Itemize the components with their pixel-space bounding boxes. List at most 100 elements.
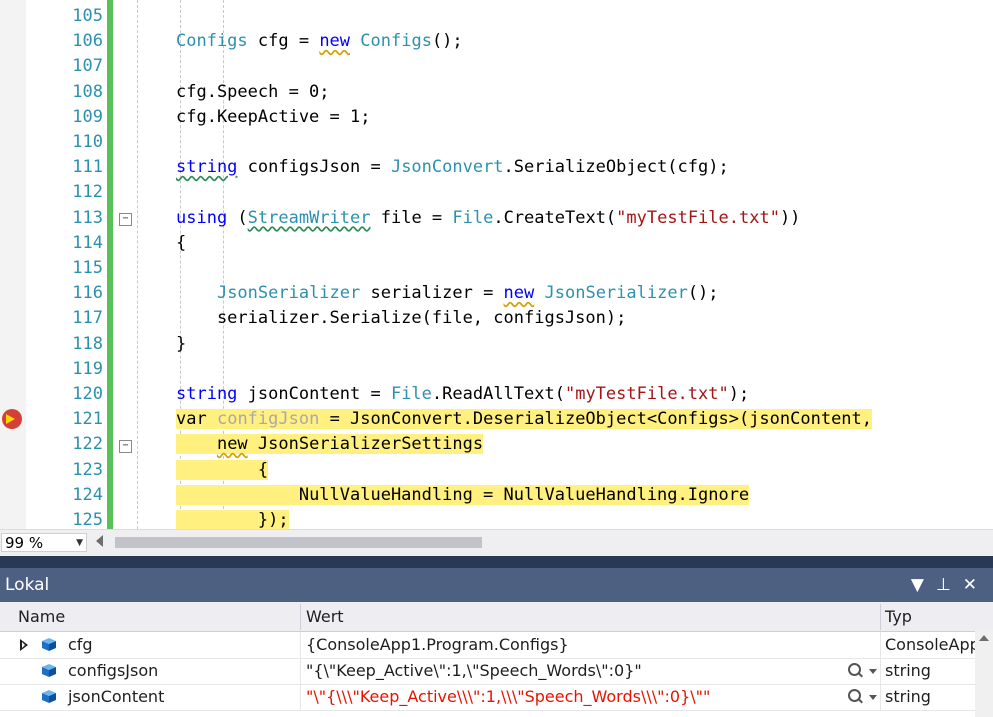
code-text[interactable]: using (StreamWriter file = File.CreateTe… [176,206,800,231]
code-token: .CreateText( [493,207,617,228]
code-token: } [176,333,187,354]
code-line[interactable]: 119 [0,357,993,382]
code-line[interactable]: 106 Configs cfg = new Configs(); [0,29,993,54]
code-token: (); [687,283,719,304]
scroll-up-icon[interactable] [979,635,989,641]
line-number: 115 [72,258,103,278]
visualizer-dropdown-icon[interactable] [869,695,877,700]
variable-value[interactable]: "\"{\\\"Keep_Active\\\":1,\\\"Speech_Wor… [306,684,710,710]
code-token: string [176,157,238,178]
code-token [176,459,258,480]
close-icon[interactable]: ✕ [963,568,977,602]
locals-window: Lokal ▼ ⊥ ✕ Name Wert Typ cfg {ConsoleApp… [0,568,993,717]
panel-splitter[interactable] [0,556,993,568]
cell-divider [880,684,881,710]
line-number: 117 [72,308,103,329]
code-line[interactable]: 124 NullValueHandling = NullValueHandlin… [0,483,993,508]
code-line[interactable]: 109 cfg.KeepActive = 1; [0,105,993,130]
dropdown-icon[interactable]: ▼ [911,568,924,602]
line-number: 105 [72,6,103,26]
code-token: Configs [360,31,432,52]
code-text[interactable]: NullValueHandling = NullValueHandling.Ig… [176,483,750,508]
code-token: new [503,283,535,304]
code-line[interactable]: 112 [0,180,993,205]
code-token: serializer = [360,283,504,304]
code-line[interactable]: 122 new JsonSerializerSettings [0,432,993,457]
locals-row-configsJson[interactable]: configsJson "{\"Keep_Active\":1,\"Speech_… [0,658,975,685]
code-line[interactable]: 111 string configsJson = JsonConvert.Seri… [0,155,993,180]
code-editor[interactable]: 105 106 Configs cfg = new Configs(); 107 108… [0,0,993,529]
code-token: configJson [216,409,320,430]
code-text[interactable]: var configJson = JsonConvert.Deserialize… [176,407,873,432]
variable-name: jsonContent [68,687,165,706]
code-line[interactable]: 107 [0,54,993,79]
code-token: jsonContent = [237,384,391,404]
variable-value[interactable]: "{\"Keep_Active\":1,\"Speech_Words\":0}" [306,658,642,684]
magnifier-icon[interactable] [848,689,861,702]
code-text[interactable]: JsonSerializer serializer = new JsonSeri… [176,281,719,306]
cell-divider [300,632,301,658]
code-text[interactable]: string jsonContent = File.ReadAllText("m… [176,382,749,407]
current-statement-arrow-icon [6,414,15,424]
line-number: 113 [72,207,103,228]
chevron-down-icon: ▼ [76,538,83,548]
code-line[interactable]: 123 { [0,458,993,483]
column-divider[interactable] [300,604,301,630]
cell-divider [300,658,301,684]
code-line[interactable]: 121 var configJson = JsonConvert.Deserial… [0,407,993,432]
code-text[interactable]: { [176,231,186,256]
code-line[interactable]: 113 using (StreamWriter file = File.Creat… [0,206,993,231]
code-text[interactable]: string configsJson = JsonConvert.Seriali… [176,155,729,180]
code-text[interactable]: Configs cfg = new Configs(); [176,29,463,54]
line-number: 122 [72,434,103,455]
cell-divider [880,658,881,684]
code-text[interactable]: cfg.KeepActive = 1; [176,105,370,130]
code-line[interactable]: 105 [0,4,993,29]
code-text[interactable]: { [176,458,269,483]
variable-value[interactable]: {ConsoleApp1.Program.Configs} [306,632,569,658]
code-line[interactable]: 117 serializer.Serialize(file, configsJs… [0,306,993,331]
locals-row-cfg[interactable]: cfg {ConsoleApp1.Program.Configs} ConsoleA… [0,632,975,659]
column-header-name[interactable]: Name [14,602,300,631]
horizontal-scrollbar-thumb[interactable] [115,537,482,548]
locals-column-header: Name Wert Typ [0,602,993,632]
code-text[interactable]: } [176,332,186,357]
zoom-dropdown[interactable]: 99 % ▼ [1,533,87,552]
magnifier-icon[interactable] [848,663,861,676]
pin-icon[interactable]: ⊥ [936,568,951,602]
line-number: 111 [72,157,103,178]
code-line[interactable]: 118} [0,332,993,357]
code-text[interactable]: serializer.Serialize(file, configsJson); [176,306,626,331]
code-token: = JsonConvert.DeserializeObject<Configs>… [319,409,873,430]
column-header-value[interactable]: Wert [302,602,880,631]
line-number: 109 [72,106,103,127]
visualizer-dropdown-icon[interactable] [869,669,877,674]
code-line[interactable]: 110 [0,130,993,155]
line-number: 123 [72,459,103,480]
code-line[interactable]: 114 { [0,231,993,256]
line-number: 125 [72,510,103,529]
code-line[interactable]: 120 string jsonContent = File.ReadAllText… [0,382,993,407]
line-number: 116 [72,283,103,304]
code-line[interactable]: 115 [0,256,993,281]
line-number: 120 [72,384,103,404]
collapse-toggle-icon[interactable]: − [119,213,132,226]
code-token [206,409,217,430]
code-line[interactable]: 108 cfg.Speech = 0; [0,80,993,105]
vertical-scrollbar[interactable] [975,631,993,717]
code-text[interactable]: cfg.Speech = 0; [176,80,330,105]
code-token: using [176,207,228,228]
locals-row-jsonContent[interactable]: jsonContent "\"{\\\"Keep_Active\\\":1,\\\… [0,684,975,711]
editor-status-bar: 99 % ▼ [0,529,993,556]
code-token: .ReadAllText( [431,384,565,404]
code-line[interactable]: 116 JsonSerializer serializer = new Json… [0,281,993,306]
code-text[interactable]: new JsonSerializerSettings [176,432,484,457]
code-line[interactable]: 125 }); [0,508,993,529]
line-number: 106 [72,31,103,52]
scroll-left-icon[interactable] [96,535,103,547]
code-text[interactable]: }); [176,508,289,529]
collapse-toggle-icon[interactable]: − [119,440,132,453]
variable-name: configsJson [68,661,159,680]
column-header-type[interactable]: Typ [881,602,975,631]
